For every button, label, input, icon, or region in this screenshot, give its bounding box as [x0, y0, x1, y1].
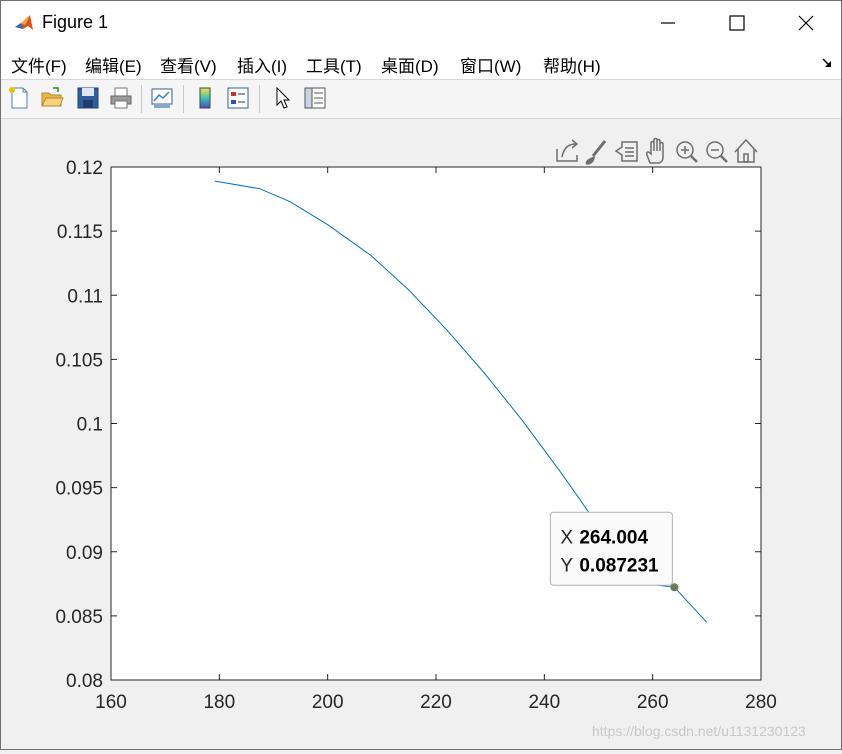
toolbar-separator [183, 85, 184, 113]
insert-legend-icon[interactable] [225, 85, 251, 111]
minimize-button[interactable] [633, 1, 703, 45]
x-tick-label: 160 [95, 692, 127, 713]
edit-plot-arrow-icon[interactable] [269, 85, 295, 111]
brush-icon[interactable] [585, 140, 607, 165]
minimize-icon [661, 22, 675, 24]
menu-file[interactable]: 文件(F) [11, 52, 67, 77]
maximize-button[interactable] [702, 1, 772, 45]
datatip-x-label: X [560, 527, 573, 548]
x-tick-label: 280 [745, 692, 777, 713]
print-icon[interactable] [108, 85, 134, 111]
menu-window[interactable]: 窗口(W) [460, 52, 521, 77]
window-title: Figure 1 [42, 12, 109, 32]
zoom-out-icon[interactable] [706, 141, 728, 163]
link-plot-icon[interactable] [149, 85, 175, 111]
insert-colorbar-icon[interactable] [192, 85, 218, 111]
figure-window: Figure 1 文件(F) 编辑(E) 查看(V) 插入(I) 工具(T) 桌… [0, 0, 842, 750]
figure-toolbar [1, 79, 841, 119]
y-tick-label: 0.1 [77, 415, 103, 436]
expand-arrow-icon[interactable] [821, 57, 833, 69]
datatip-x-value: 264.004 [579, 527, 648, 548]
close-button[interactable] [771, 1, 841, 45]
x-tick-label: 180 [203, 692, 235, 713]
export-icon[interactable] [556, 139, 579, 162]
y-tick-label: 0.095 [55, 479, 103, 500]
menu-insert[interactable]: 插入(I) [237, 52, 287, 77]
new-figure-icon[interactable] [6, 85, 32, 111]
title-bar: Figure 1 [1, 1, 841, 45]
y-tick-label: 0.115 [57, 222, 103, 243]
plot-area [110, 166, 762, 681]
menu-desktop[interactable]: 桌面(D) [381, 52, 439, 77]
property-inspector-icon[interactable] [302, 85, 328, 111]
figure-canvas: 160 180 200 220 240 260 280 0.08 0.085 0.09 0.095 0… [1, 119, 841, 749]
menu-edit[interactable]: 编辑(E) [85, 52, 142, 77]
menu-help[interactable]: 帮助(H) [543, 52, 601, 77]
watermark: https://blog.csdn.net/u1131230123 [592, 723, 806, 739]
toolbar-separator [259, 85, 260, 113]
datatip-y-value: 0.087231 [579, 555, 659, 576]
menu-bar: 文件(F) 编辑(E) 查看(V) 插入(I) 工具(T) 桌面(D) 窗口(W… [1, 45, 841, 79]
matlab-logo-icon [13, 12, 35, 34]
axes-toolbar [556, 137, 758, 165]
line-plot[interactable]: 160 180 200 220 240 260 280 0.08 0.085 0.09 0.095 0… [1, 119, 841, 749]
y-tick-label: 0.08 [66, 671, 103, 692]
x-tick-label: 240 [528, 692, 560, 713]
menu-view[interactable]: 查看(V) [160, 52, 217, 77]
close-icon [798, 15, 814, 31]
data-tips-icon[interactable] [614, 141, 638, 162]
x-tick-label: 260 [637, 692, 669, 713]
x-tick-label: 220 [420, 692, 452, 713]
toolbar-separator [141, 85, 142, 113]
y-tick-label: 0.085 [55, 607, 103, 628]
x-tick-label: 200 [312, 692, 344, 713]
datatip[interactable]: X 264.004 Y 0.087231 [549, 511, 673, 586]
save-icon[interactable] [75, 85, 101, 111]
y-tick-label: 0.11 [67, 286, 103, 307]
y-tick-label: 0.12 [66, 158, 103, 179]
pan-hand-icon[interactable] [646, 137, 664, 164]
home-restore-view-icon[interactable] [734, 138, 758, 163]
zoom-in-icon[interactable] [676, 141, 698, 163]
y-tick-label: 0.105 [55, 350, 103, 371]
open-folder-icon[interactable] [39, 85, 65, 111]
maximize-icon [729, 15, 745, 31]
y-tick-label: 0.09 [66, 543, 103, 564]
menu-tools[interactable]: 工具(T) [306, 52, 362, 77]
datatip-y-label: Y [560, 555, 573, 576]
